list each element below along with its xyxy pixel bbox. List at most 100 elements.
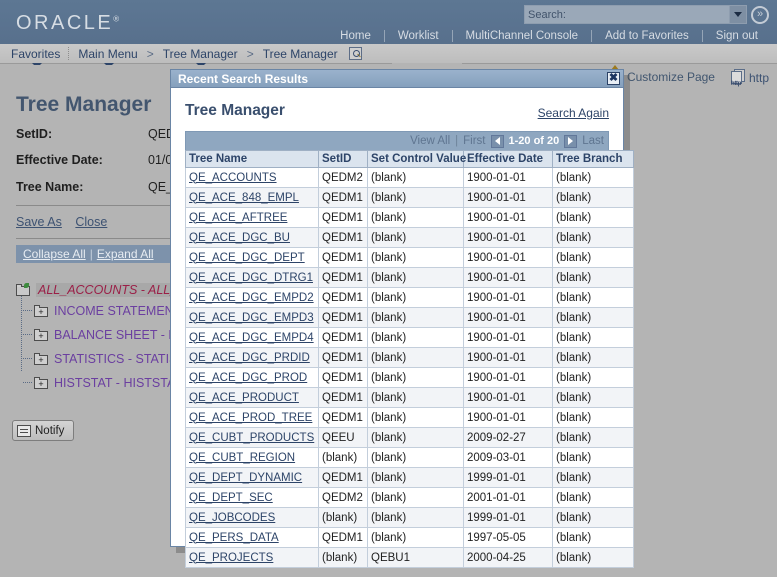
- tree-name-link[interactable]: QE_ACE_DGC_PRDID: [189, 352, 310, 364]
- cell-effective-date: 1900-01-01: [463, 367, 553, 388]
- notify-button-label: Notify: [35, 424, 65, 437]
- cell-tree-branch: (blank): [552, 287, 634, 308]
- table-row: QE_ACE_DGC_EMPD4 QEDM1 (blank) 1900-01-01 (b…: [185, 327, 634, 348]
- breadcrumb-item-tree-manager-page[interactable]: Tree Manager: [256, 47, 345, 61]
- cell-set-control-value: (blank): [367, 267, 464, 288]
- search-input[interactable]: [524, 5, 730, 24]
- tree-name-link[interactable]: QE_ACE_DGC_DEPT: [189, 252, 305, 264]
- tree-name-link[interactable]: QE_ACE_AFTREE: [189, 212, 287, 224]
- column-header-setid[interactable]: SetID: [318, 150, 368, 168]
- tree-name-link[interactable]: QE_JOBCODES: [189, 512, 275, 524]
- cell-setid: QEDM1: [318, 247, 368, 268]
- tree-node-balance-sheet[interactable]: + BALANCE SHEET - B: [22, 323, 181, 347]
- tree-name-link[interactable]: QE_ACE_DGC_PROD: [189, 372, 307, 384]
- search-dropdown-button[interactable]: [730, 5, 747, 24]
- next-page-button[interactable]: [564, 134, 578, 148]
- expand-all-link[interactable]: Expand All: [93, 247, 158, 261]
- folder-tab: [16, 283, 22, 287]
- cell-set-control-value: QEBU1: [367, 547, 464, 568]
- tree-name-link[interactable]: QE_DEPT_DYNAMIC: [189, 472, 302, 484]
- nav-link-sign-out[interactable]: Sign out: [703, 30, 771, 42]
- tree-name-link[interactable]: QE_ACE_DGC_EMPD3: [189, 312, 314, 324]
- cell-effective-date: 1900-01-01: [463, 387, 553, 408]
- tree-node-statistics[interactable]: + STATISTICS - STATIS: [22, 347, 181, 371]
- breadcrumb-item-tree-manager-folder[interactable]: Tree Manager: [156, 47, 245, 68]
- search-again-link[interactable]: Search Again: [538, 106, 609, 120]
- breadcrumb: Favorites Main Menu > Tree Manager > Tre…: [0, 44, 777, 68]
- closed-folder-plus-icon[interactable]: +: [34, 328, 49, 342]
- tree-node-label: BALANCE SHEET - B: [54, 328, 177, 342]
- tree-name-link[interactable]: QE_ACE_PROD_TREE: [189, 412, 312, 424]
- tree-name-link[interactable]: QE_CUBT_REGION: [189, 452, 295, 464]
- cell-tree-branch: (blank): [552, 367, 634, 388]
- table-row: QE_ACE_PRODUCT QEDM1 (blank) 1900-01-01 (bla…: [185, 387, 634, 408]
- tree-name-link[interactable]: QE_ACE_848_EMPL: [189, 192, 299, 204]
- cell-set-control-value: (blank): [367, 207, 464, 228]
- column-header-set-control-value[interactable]: Set Control Value: [367, 150, 466, 168]
- nav-link-multichannel-console[interactable]: MultiChannel Console: [453, 30, 592, 42]
- cell-setid: QEDM1: [318, 407, 368, 428]
- closed-folder-plus-icon[interactable]: +: [34, 352, 49, 366]
- tree-name-link[interactable]: QE_PROJECTS: [189, 552, 273, 564]
- search-go-button[interactable]: »: [751, 5, 769, 24]
- customize-page-link[interactable]: Customize Page: [627, 70, 715, 84]
- magnifier-icon[interactable]: [348, 47, 362, 60]
- column-header-tree-branch[interactable]: Tree Branch: [552, 150, 634, 168]
- save-as-link[interactable]: Save As: [16, 215, 62, 229]
- cell-tree-branch: (blank): [552, 547, 634, 568]
- page-title: Tree Manager: [16, 93, 152, 116]
- nav-link-add-to-favorites[interactable]: Add to Favorites: [592, 30, 702, 42]
- collapse-all-link[interactable]: Collapse All: [19, 247, 90, 261]
- tree-name-link[interactable]: QE_ACCOUNTS: [189, 172, 277, 184]
- tree-node-histstat[interactable]: + HISTSTAT - HISTSTA: [22, 371, 181, 395]
- tree-name-link[interactable]: QE_ACE_DGC_EMPD4: [189, 332, 314, 344]
- http-item[interactable]: http http: [730, 69, 769, 87]
- tree-name-link[interactable]: QE_CUBT_PRODUCTS: [189, 432, 314, 444]
- oracle-logo-text: ORACLE: [16, 12, 114, 34]
- cell-effective-date: 2009-03-01: [463, 447, 553, 468]
- cell-setid: QEDM1: [318, 207, 368, 228]
- column-header-tree-name[interactable]: Tree Name: [185, 150, 319, 168]
- tree-node-income-statement[interactable]: + INCOME STATEMENT: [22, 299, 181, 323]
- cell-effective-date: 1900-01-01: [463, 247, 553, 268]
- tree-name-link[interactable]: QE_ACE_DGC_DTRG1: [189, 272, 313, 284]
- close-link[interactable]: Close: [75, 215, 107, 229]
- recent-search-results-modal: Recent Search Results ✖ Tree Manager Sea…: [170, 69, 634, 568]
- breadcrumb-item-favorites[interactable]: Favorites: [4, 47, 67, 68]
- first-page-link[interactable]: First: [463, 135, 485, 147]
- nav-link-home[interactable]: Home: [327, 30, 384, 42]
- nav-link-worklist[interactable]: Worklist: [385, 30, 452, 42]
- cell-tree-branch: (blank): [552, 307, 634, 328]
- cell-effective-date: 2000-04-25: [463, 547, 553, 568]
- view-all-link[interactable]: View All: [410, 135, 450, 147]
- cell-setid: QEEU: [318, 427, 368, 448]
- cell-tree-name: QE_ACE_DGC_DEPT: [185, 247, 319, 268]
- tree-node-root[interactable]: ALL_ACCOUNTS - ALL_: [16, 281, 181, 299]
- previous-page-button[interactable]: [490, 134, 504, 148]
- cell-setid: QEDM1: [318, 467, 368, 488]
- tree-name-link[interactable]: QE_PERS_DATA: [189, 532, 279, 544]
- cell-tree-name: QE_ACE_PRODUCT: [185, 387, 319, 408]
- cell-tree-name: QE_ACE_DGC_EMPD4: [185, 327, 319, 348]
- cell-setid: QEDM1: [318, 227, 368, 248]
- cell-set-control-value: (blank): [367, 347, 464, 368]
- cell-set-control-value: (blank): [367, 527, 464, 548]
- closed-folder-plus-icon[interactable]: +: [34, 376, 49, 390]
- table-row: QE_ACE_DGC_DEPT QEDM1 (blank) 1900-01-01 (bl…: [185, 247, 634, 268]
- cell-tree-name: QE_ACCOUNTS: [185, 167, 319, 188]
- notify-button[interactable]: Notify: [12, 420, 74, 441]
- breadcrumb-item-main-menu[interactable]: Main Menu: [71, 47, 144, 68]
- modal-heading: Tree Manager: [185, 102, 285, 119]
- closed-folder-plus-icon[interactable]: +: [34, 304, 49, 318]
- close-icon[interactable]: ✖: [607, 72, 620, 85]
- tree-name-link[interactable]: QE_ACE_DGC_BU: [189, 232, 290, 244]
- tree-name-link[interactable]: QE_DEPT_SEC: [189, 492, 273, 504]
- cell-tree-name: QE_CUBT_PRODUCTS: [185, 427, 319, 448]
- cell-set-control-value: (blank): [367, 467, 464, 488]
- grid-navigation-bar: View All | First 1-20 of 20 Last: [185, 131, 609, 150]
- tree-name-link[interactable]: QE_ACE_PRODUCT: [189, 392, 299, 404]
- column-header-effective-date[interactable]: Effective Date: [463, 150, 553, 168]
- last-page-link[interactable]: Last: [582, 135, 604, 147]
- tree-name-link[interactable]: QE_ACE_DGC_EMPD2: [189, 292, 314, 304]
- cell-tree-branch: (blank): [552, 387, 634, 408]
